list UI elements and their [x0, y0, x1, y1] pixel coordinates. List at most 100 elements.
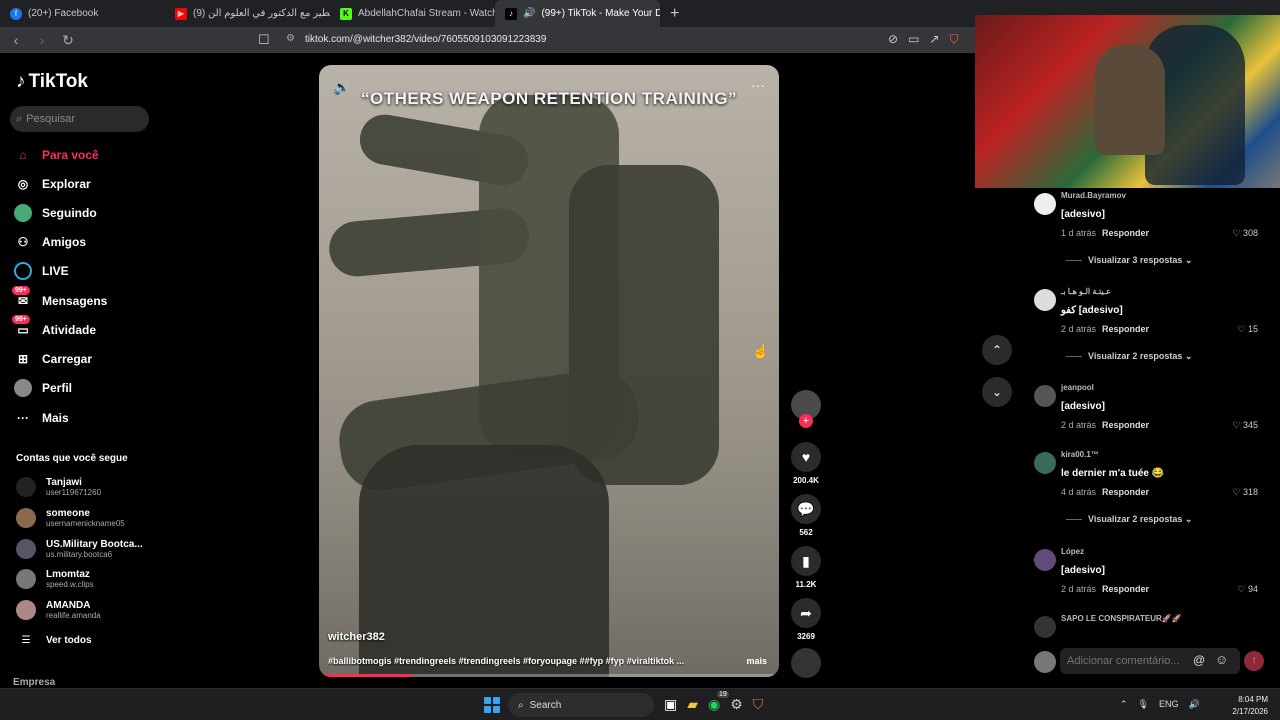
taskbar-search[interactable]: ⌕ Search	[508, 693, 654, 717]
like-button[interactable]: ♥ 200.4K	[789, 442, 823, 485]
previous-video-button[interactable]: ⌃	[982, 335, 1012, 365]
translate-icon[interactable]: ⊘	[888, 32, 898, 47]
video-progress-bar[interactable]	[319, 674, 779, 677]
comment-like-button[interactable]: ♡ 308	[1232, 228, 1258, 239]
sidebar-item-seguindo[interactable]: Seguindo	[14, 202, 97, 224]
sidebar-item-mensagens[interactable]: ✉ 99+ Mensagens	[12, 286, 107, 312]
sidebar-item-perfil[interactable]: Perfil	[14, 377, 72, 399]
caption-more-button[interactable]: mais	[746, 656, 767, 666]
comment-username[interactable]: عـيتـة الـو هـا بـ	[1061, 287, 1111, 296]
comment-like-button[interactable]: ♡ 15	[1237, 324, 1258, 335]
reply-button[interactable]: Responder	[1102, 584, 1149, 594]
reply-button[interactable]: Responder	[1102, 228, 1149, 238]
bookmark-icon[interactable]: ☐	[258, 32, 270, 48]
taskbar-clock[interactable]: 8:04 PM 2/17/2026	[1232, 694, 1268, 718]
account-username: reallife.amanda	[46, 611, 101, 620]
microphone-icon[interactable]: 🎙	[1138, 699, 1149, 710]
avatar[interactable]	[1034, 385, 1056, 407]
following-account[interactable]: Lmomtaz speed.w.clips	[16, 569, 94, 589]
reply-button[interactable]: Responder	[1102, 420, 1149, 430]
comment-time: 4 d atrás	[1061, 487, 1097, 497]
view-replies-button[interactable]: Visualizar 2 respostas ⌄	[1066, 351, 1192, 362]
comment-username[interactable]: SAPO LE CONSPIRATEUR🚀🚀	[1061, 614, 1182, 623]
volume-icon[interactable]: 🔊	[1189, 699, 1200, 710]
tray-expand-icon[interactable]: ⌃	[1120, 699, 1128, 710]
sound-disc-button[interactable]	[789, 648, 823, 678]
tiktok-logo[interactable]: ♪ TikTok	[16, 71, 88, 93]
comment-username[interactable]: Murad.Bayramov	[1061, 191, 1126, 200]
sidebar-item-label: Amigos	[42, 235, 87, 249]
comment-button[interactable]: 💬 562	[789, 494, 823, 537]
comment-like-button[interactable]: ♡ 318	[1232, 487, 1258, 498]
like-count: 200.4K	[793, 476, 819, 485]
following-account[interactable]: someone usernamenickname05	[16, 508, 125, 528]
windows-start-icon[interactable]	[484, 697, 500, 713]
avatar[interactable]	[1034, 549, 1056, 571]
comment-username[interactable]: López	[1061, 547, 1084, 556]
avatar[interactable]	[1034, 193, 1056, 215]
forward-icon[interactable]: ›	[32, 32, 52, 48]
sidebar-item-live[interactable]: LIVE	[14, 260, 69, 282]
share-button[interactable]: ➦ 3269	[789, 598, 823, 641]
avatar[interactable]	[1034, 452, 1056, 474]
video-author[interactable]: witcher382	[328, 631, 385, 643]
comment-like-button[interactable]: ♡ 94	[1237, 584, 1258, 595]
live-icon	[14, 262, 32, 280]
system-tray: ⌃ 🎙 ENG 🔊	[1120, 699, 1200, 710]
next-video-button[interactable]: ⌄	[982, 377, 1012, 407]
sidebar-item-atividade[interactable]: ▭ 99+ Atividade	[12, 315, 96, 341]
whatsapp-icon[interactable]: ◉ 19	[708, 691, 729, 713]
site-info-icon[interactable]: ⚙	[286, 33, 295, 44]
video-player[interactable]: 🔊 ··· “OTHERS WEAPON RETENTION TRAINING”…	[319, 65, 779, 677]
tab-kick[interactable]: K AbdellahChafai Stream - Watch Live ...	[330, 0, 495, 27]
save-button[interactable]: ▮ 11.2K	[789, 546, 823, 589]
following-account[interactable]: AMANDA reallife.amanda	[16, 600, 101, 620]
send-button[interactable]: ↑	[1244, 651, 1264, 671]
emoji-icon[interactable]: ☺	[1215, 652, 1228, 667]
url-field[interactable]: tiktok.com/@witcher382/video/76055091030…	[305, 34, 546, 45]
mention-icon[interactable]: @	[1193, 653, 1205, 667]
reply-button[interactable]: Responder	[1102, 487, 1149, 497]
new-tab-button[interactable]: +	[660, 5, 689, 23]
see-all-link[interactable]: ☰ Ver todos	[16, 635, 92, 646]
tab-youtube[interactable]: ▶ (9) ليف خطير مع الدكتور في العلوم الن.…	[165, 0, 330, 27]
comment-input[interactable]	[1060, 648, 1240, 674]
search-box[interactable]: ⌕ Pesquisar	[10, 106, 149, 132]
sidebar-item-explorar[interactable]: ◎ Explorar	[14, 173, 91, 195]
brave-shield-icon[interactable]: ⛉	[949, 32, 958, 47]
language-indicator[interactable]: ENG	[1159, 699, 1179, 710]
comment-username[interactable]: kira00.1™	[1061, 450, 1099, 459]
creator-avatar-button[interactable]: +	[789, 390, 823, 428]
avatar[interactable]	[1034, 616, 1056, 638]
tab-facebook[interactable]: f (20+) Facebook	[0, 0, 165, 27]
task-view-icon[interactable]: ▣	[664, 696, 677, 713]
comment-like-button[interactable]: ♡ 345	[1232, 420, 1258, 431]
view-replies-button[interactable]: Visualizar 2 respostas ⌄	[1066, 514, 1192, 525]
view-replies-button[interactable]: Visualizar 3 respostas ⌄	[1066, 255, 1192, 266]
more-icon: ···	[17, 411, 29, 425]
tab-tiktok[interactable]: ♪ 🔊 (99+) TikTok - Make Your Day ✕	[495, 0, 660, 27]
comment-username[interactable]: jeanpool	[1061, 383, 1094, 392]
sidebar-item-amigos[interactable]: ⚇ Amigos	[14, 231, 86, 253]
file-explorer-icon[interactable]: ▰	[687, 696, 698, 713]
following-account[interactable]: US.Military Bootca... us.military.bootca6	[16, 539, 143, 559]
reload-icon[interactable]: ↻	[58, 32, 78, 49]
sidebar-item-para-voce[interactable]: ⌂ Para você	[14, 144, 98, 166]
steam-icon[interactable]: ⚙	[730, 696, 743, 713]
avatar[interactable]	[1034, 289, 1056, 311]
tab-label: (99+) TikTok - Make Your Day	[541, 8, 660, 19]
brave-icon[interactable]: ⛉	[753, 696, 764, 713]
sidebar-item-mais[interactable]: ··· Mais	[14, 407, 69, 429]
sidebar-item-label: Mais	[42, 411, 69, 425]
account-name: AMANDA	[46, 600, 91, 611]
back-icon[interactable]: ‹	[6, 32, 26, 48]
cast-icon[interactable]: ▭	[908, 32, 919, 47]
avatar	[16, 539, 36, 559]
mouse-cursor-icon: ☝	[752, 343, 770, 359]
share-icon[interactable]: ↗	[929, 32, 939, 47]
follow-plus-icon[interactable]: +	[799, 414, 813, 428]
reply-button[interactable]: Responder	[1102, 324, 1149, 334]
footer-empresa[interactable]: Empresa	[13, 677, 55, 688]
sidebar-item-carregar[interactable]: ⊞ Carregar	[14, 348, 92, 370]
following-account[interactable]: Tanjawi user119671260	[16, 477, 101, 497]
